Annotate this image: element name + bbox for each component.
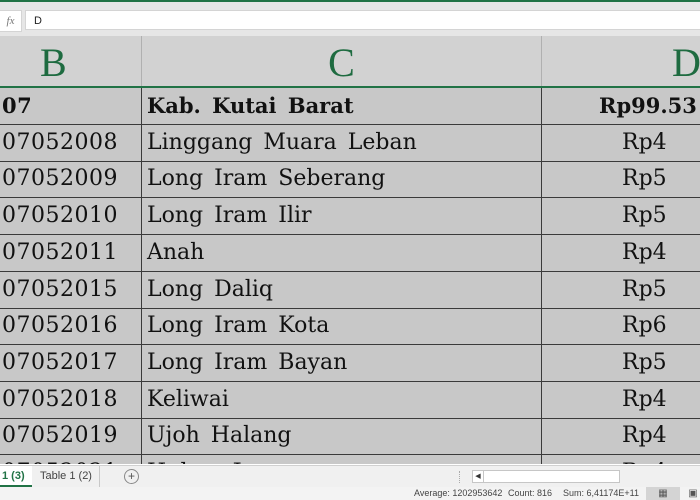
cell-name[interactable]: Long Iram Seberang — [142, 161, 542, 198]
cell-code[interactable]: 07 — [0, 88, 142, 124]
cell-name[interactable]: Keliwai — [142, 381, 542, 418]
page-layout-view-icon[interactable]: ▣ — [686, 487, 700, 500]
cell-name[interactable]: Huhan Ju — [142, 455, 542, 464]
insert-function-icon[interactable]: fx — [0, 10, 22, 32]
formula-bar: fx D — [0, 2, 700, 36]
table-row: 07052015 Long Daliq Rp5 — [0, 271, 700, 309]
cell-name[interactable]: Long Iram Kota — [142, 308, 542, 345]
scroll-left-arrow-icon[interactable]: ◀ — [473, 471, 484, 482]
add-sheet-icon[interactable]: + — [124, 469, 139, 484]
table-row: 07052018 Keliwai Rp4 — [0, 381, 700, 419]
scrollbar-split-handle[interactable] — [459, 471, 462, 483]
cell-code[interactable]: 07052017 — [0, 344, 142, 381]
sheet-tab-active[interactable]: 1 (3) — [0, 466, 32, 487]
table-row: 07052019 Ujoh Halang Rp4 — [0, 418, 700, 456]
spreadsheet-grid: 07 Kab. Kutai Barat Rp99.53 07052008 Lin… — [0, 88, 700, 464]
cell-code[interactable]: 07052008 — [0, 124, 142, 161]
cell-amount[interactable]: Rp5 — [542, 345, 700, 381]
cell-name[interactable]: Long Daliq — [142, 271, 542, 308]
cell-amount[interactable]: Rp6 — [542, 308, 700, 344]
column-header-c[interactable]: C — [142, 36, 542, 86]
cell-amount[interactable]: Rp5 — [542, 272, 700, 308]
formula-input[interactable]: D — [25, 10, 700, 30]
cell-amount[interactable]: Rp5 — [542, 198, 700, 234]
cell-amount[interactable]: Rp99.53 — [542, 88, 700, 124]
horizontal-scrollbar[interactable]: ◀ — [472, 470, 620, 483]
cell-amount[interactable]: Rp5 — [542, 161, 700, 197]
table-row: 07052011 Anah Rp4 — [0, 234, 700, 272]
sheet-tab-table-1-2[interactable]: Table 1 (2) — [33, 466, 100, 487]
cell-code[interactable]: 07052021 — [0, 455, 142, 464]
cell-amount[interactable]: Rp4 — [542, 455, 700, 464]
cell-amount[interactable]: Rp4 — [542, 418, 700, 454]
cell-code[interactable]: 07052011 — [0, 234, 142, 271]
column-header-b[interactable]: B — [0, 36, 142, 86]
cell-name[interactable]: Kab. Kutai Barat — [142, 88, 542, 124]
cell-code[interactable]: 07052019 — [0, 418, 142, 455]
normal-view-icon[interactable]: ▦ — [646, 487, 680, 500]
cell-name[interactable]: Long Iram Bayan — [142, 344, 542, 381]
status-bar: Average: 1202953642 Count: 816 Sum: 6,41… — [0, 487, 700, 500]
cell-code[interactable]: 07052016 — [0, 308, 142, 345]
cell-amount[interactable]: Rp4 — [542, 235, 700, 271]
table-row: 07052009 Long Iram Seberang Rp5 — [0, 161, 700, 199]
column-header-d[interactable]: D — [542, 36, 700, 86]
cell-name[interactable]: Anah — [142, 234, 542, 271]
sheet-tab-bar: 1 (3) Table 1 (2) + ◀ — [0, 465, 700, 488]
status-sum: Sum: 6,41174E+11 — [563, 488, 639, 498]
table-row: 07 Kab. Kutai Barat Rp99.53 — [0, 88, 700, 125]
table-row: 07052010 Long Iram Ilir Rp5 — [0, 198, 700, 236]
status-count: Count: 816 — [508, 488, 553, 498]
cell-name[interactable]: Long Iram Ilir — [142, 198, 542, 235]
table-row: 07052021 Huhan Ju Rp4 — [0, 455, 700, 464]
table-row: 07052008 Linggang Muara Leban Rp4 — [0, 124, 700, 162]
cell-code[interactable]: 07052009 — [0, 161, 142, 198]
table-row: 07052016 Long Iram Kota Rp6 — [0, 308, 700, 346]
cell-code[interactable]: 07052010 — [0, 198, 142, 235]
cell-name[interactable]: Linggang Muara Leban — [142, 124, 542, 161]
status-average: Average: 1202953642 — [414, 488, 503, 498]
cell-code[interactable]: 07052018 — [0, 381, 142, 418]
cell-amount[interactable]: Rp4 — [542, 382, 700, 418]
column-headers: B C D — [0, 36, 700, 88]
cell-amount[interactable]: Rp4 — [542, 125, 700, 161]
cell-name[interactable]: Ujoh Halang — [142, 418, 542, 455]
cell-code[interactable]: 07052015 — [0, 271, 142, 308]
table-row: 07052017 Long Iram Bayan Rp5 — [0, 344, 700, 382]
